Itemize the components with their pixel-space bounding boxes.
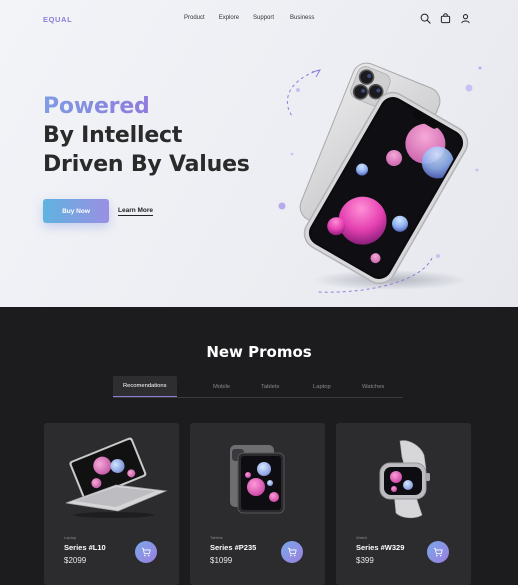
hero-section: EQUAL Product Explore Support Business P… <box>0 0 518 307</box>
buy-now-button[interactable]: Buy Now <box>43 199 109 223</box>
promos-title: New Promos <box>206 343 312 361</box>
learn-more-link[interactable]: Learn More <box>118 207 154 216</box>
headline-line-2: By Intellect <box>43 123 183 148</box>
hero-headline: Powered By Intellect Driven By Values <box>43 92 250 179</box>
user-icon[interactable] <box>460 13 471 24</box>
cart-icon <box>141 547 151 557</box>
product-price: $2099 <box>64 556 87 565</box>
brand-logo[interactable]: EQUAL <box>43 15 72 24</box>
nav-link-explore[interactable]: Explore <box>219 15 239 21</box>
product-category: Laptop <box>64 535 77 540</box>
cart-icon <box>433 547 443 557</box>
product-card-tablet[interactable]: Tablets Series #P235 $1099 <box>190 423 325 585</box>
promos-section: New Promos Recomendations Mobile Tablets… <box>0 307 518 585</box>
promo-tabs: Recomendations Mobile Tablets Laptop Wat… <box>113 376 403 398</box>
add-to-cart-button[interactable] <box>135 541 157 563</box>
headline-line-3: Driven By Values <box>43 152 250 177</box>
cart-icon <box>287 547 297 557</box>
tab-mobile[interactable]: Mobile <box>213 376 230 397</box>
tablet-image <box>230 445 285 514</box>
product-price: $1099 <box>210 556 233 565</box>
product-category: Watch <box>356 535 368 540</box>
watch-image <box>379 440 430 519</box>
product-price: $399 <box>356 556 374 565</box>
nav-icon-group <box>420 13 471 24</box>
laptop-image <box>65 437 168 518</box>
top-nav: Product Explore Support Business <box>184 15 328 21</box>
headline-accent: Powered <box>43 94 150 119</box>
bag-icon[interactable] <box>440 13 451 24</box>
add-to-cart-button[interactable] <box>281 541 303 563</box>
product-name: Series #W329 <box>356 543 405 552</box>
search-icon[interactable] <box>420 13 431 24</box>
tab-watches[interactable]: Watches <box>362 376 384 397</box>
add-to-cart-button[interactable] <box>427 541 449 563</box>
tab-laptop[interactable]: Laptop <box>313 376 331 397</box>
product-name: Series #L10 <box>64 543 106 552</box>
nav-link-support[interactable]: Support <box>253 15 274 21</box>
nav-link-product[interactable]: Product <box>184 15 205 21</box>
product-card-watch[interactable]: Watch Series #W329 $399 <box>336 423 471 585</box>
product-name: Series #P235 <box>210 543 257 552</box>
nav-link-business[interactable]: Business <box>290 15 314 21</box>
product-category: Tablets <box>210 535 223 540</box>
tab-recommendations[interactable]: Recomendations <box>113 376 177 397</box>
product-card-laptop[interactable]: Laptop Series #L10 $2099 <box>44 423 179 585</box>
tab-tablets[interactable]: Tablets <box>261 376 279 397</box>
phone-illustration <box>278 62 482 293</box>
